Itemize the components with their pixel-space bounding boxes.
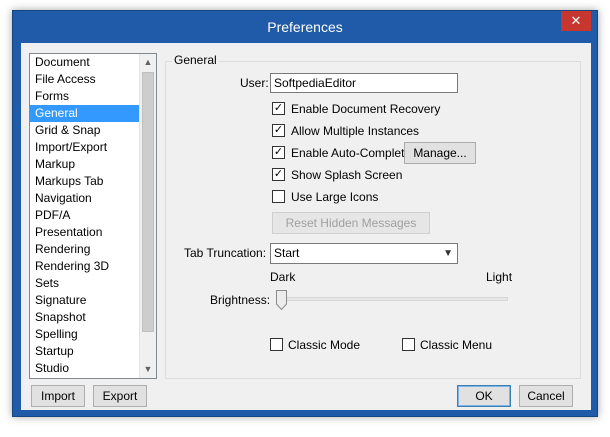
category-item-general[interactable]: General (30, 105, 140, 122)
reset-hidden-messages-button[interactable]: Reset Hidden Messages (272, 212, 430, 234)
category-item-signature[interactable]: Signature (30, 292, 140, 309)
enable-document-recovery-label: Enable Document Recovery (291, 102, 441, 116)
category-item-grid-snap[interactable]: Grid & Snap (30, 122, 140, 139)
tab-truncation-select[interactable]: Start ▼ (270, 243, 458, 264)
category-list[interactable]: Document File Access Forms General Grid & Sn… (29, 53, 157, 379)
manage-button[interactable]: Manage... (404, 142, 476, 164)
category-item-spelling[interactable]: Spelling (30, 326, 140, 343)
category-item-startup[interactable]: Startup (30, 343, 140, 360)
category-item-forms[interactable]: Forms (30, 88, 140, 105)
classic-menu-label: Classic Menu (420, 338, 493, 352)
category-item-sets[interactable]: Sets (30, 275, 140, 292)
brightness-slider-thumb[interactable] (276, 290, 287, 311)
enable-auto-complete-checkbox[interactable]: ✓ (272, 146, 285, 159)
title-bar[interactable]: Preferences (13, 11, 597, 43)
classic-menu-checkbox[interactable] (402, 338, 415, 351)
category-item-markup[interactable]: Markup (30, 156, 140, 173)
category-item-snapshot[interactable]: Snapshot (30, 309, 140, 326)
tab-truncation-label: Tab Truncation: (184, 246, 267, 260)
category-item-rendering-3d[interactable]: Rendering 3D (30, 258, 140, 275)
import-button[interactable]: Import (31, 385, 85, 407)
chevron-down-icon: ▼ (443, 248, 453, 259)
category-item-presentation[interactable]: Presentation (30, 224, 140, 241)
group-title: General (172, 53, 219, 67)
allow-multiple-instances-checkbox[interactable]: ✓ (272, 124, 285, 137)
use-large-icons-label: Use Large Icons (291, 190, 379, 204)
category-item-markups-tab[interactable]: Markups Tab (30, 173, 140, 190)
category-item-rendering[interactable]: Rendering (30, 241, 140, 258)
general-group: General User: SoftpediaEditor ✓ Enable D… (165, 53, 581, 379)
category-item-pdf-a[interactable]: PDF/A (30, 207, 140, 224)
cancel-button[interactable]: Cancel (519, 385, 573, 407)
ok-button[interactable]: OK (457, 385, 511, 407)
category-item-import-export[interactable]: Import/Export (30, 139, 140, 156)
dark-label: Dark (270, 270, 296, 284)
preferences-window: Preferences ✕ Document File Access Forms Ge… (12, 10, 598, 417)
brightness-label: Brightness: (210, 293, 271, 307)
category-item-navigation[interactable]: Navigation (30, 190, 140, 207)
scroll-up-arrow-icon[interactable]: ▲ (140, 54, 156, 71)
scroll-thumb[interactable] (142, 72, 154, 332)
window-title: Preferences (267, 19, 343, 35)
show-splash-screen-checkbox[interactable]: ✓ (272, 168, 285, 181)
scroll-down-arrow-icon[interactable]: ▼ (140, 361, 156, 378)
allow-multiple-instances-label: Allow Multiple Instances (291, 124, 420, 138)
classic-mode-label: Classic Mode (288, 338, 361, 352)
enable-auto-complete-label: Enable Auto-Complete (291, 146, 412, 160)
close-button[interactable]: ✕ (561, 11, 591, 31)
user-field[interactable]: SoftpediaEditor (270, 73, 458, 93)
classic-mode-checkbox[interactable] (270, 338, 283, 351)
category-item-file-access[interactable]: File Access (30, 71, 140, 88)
show-splash-screen-label: Show Splash Screen (291, 168, 403, 182)
use-large-icons-checkbox[interactable] (272, 190, 285, 203)
dialog-body: Document File Access Forms General Grid & Sn… (21, 43, 591, 410)
tab-truncation-value: Start (274, 246, 300, 260)
light-label: Light (486, 270, 513, 284)
export-button[interactable]: Export (93, 385, 147, 407)
user-label: User: (240, 76, 269, 90)
category-scrollbar[interactable]: ▲ ▼ (139, 54, 156, 378)
category-item-document[interactable]: Document (30, 54, 140, 71)
enable-document-recovery-checkbox[interactable]: ✓ (272, 102, 285, 115)
category-item-studio[interactable]: Studio (30, 360, 140, 377)
close-icon: ✕ (570, 13, 582, 28)
brightness-slider-track[interactable] (276, 297, 508, 301)
category-items: Document File Access Forms General Grid & Sn… (30, 54, 140, 377)
